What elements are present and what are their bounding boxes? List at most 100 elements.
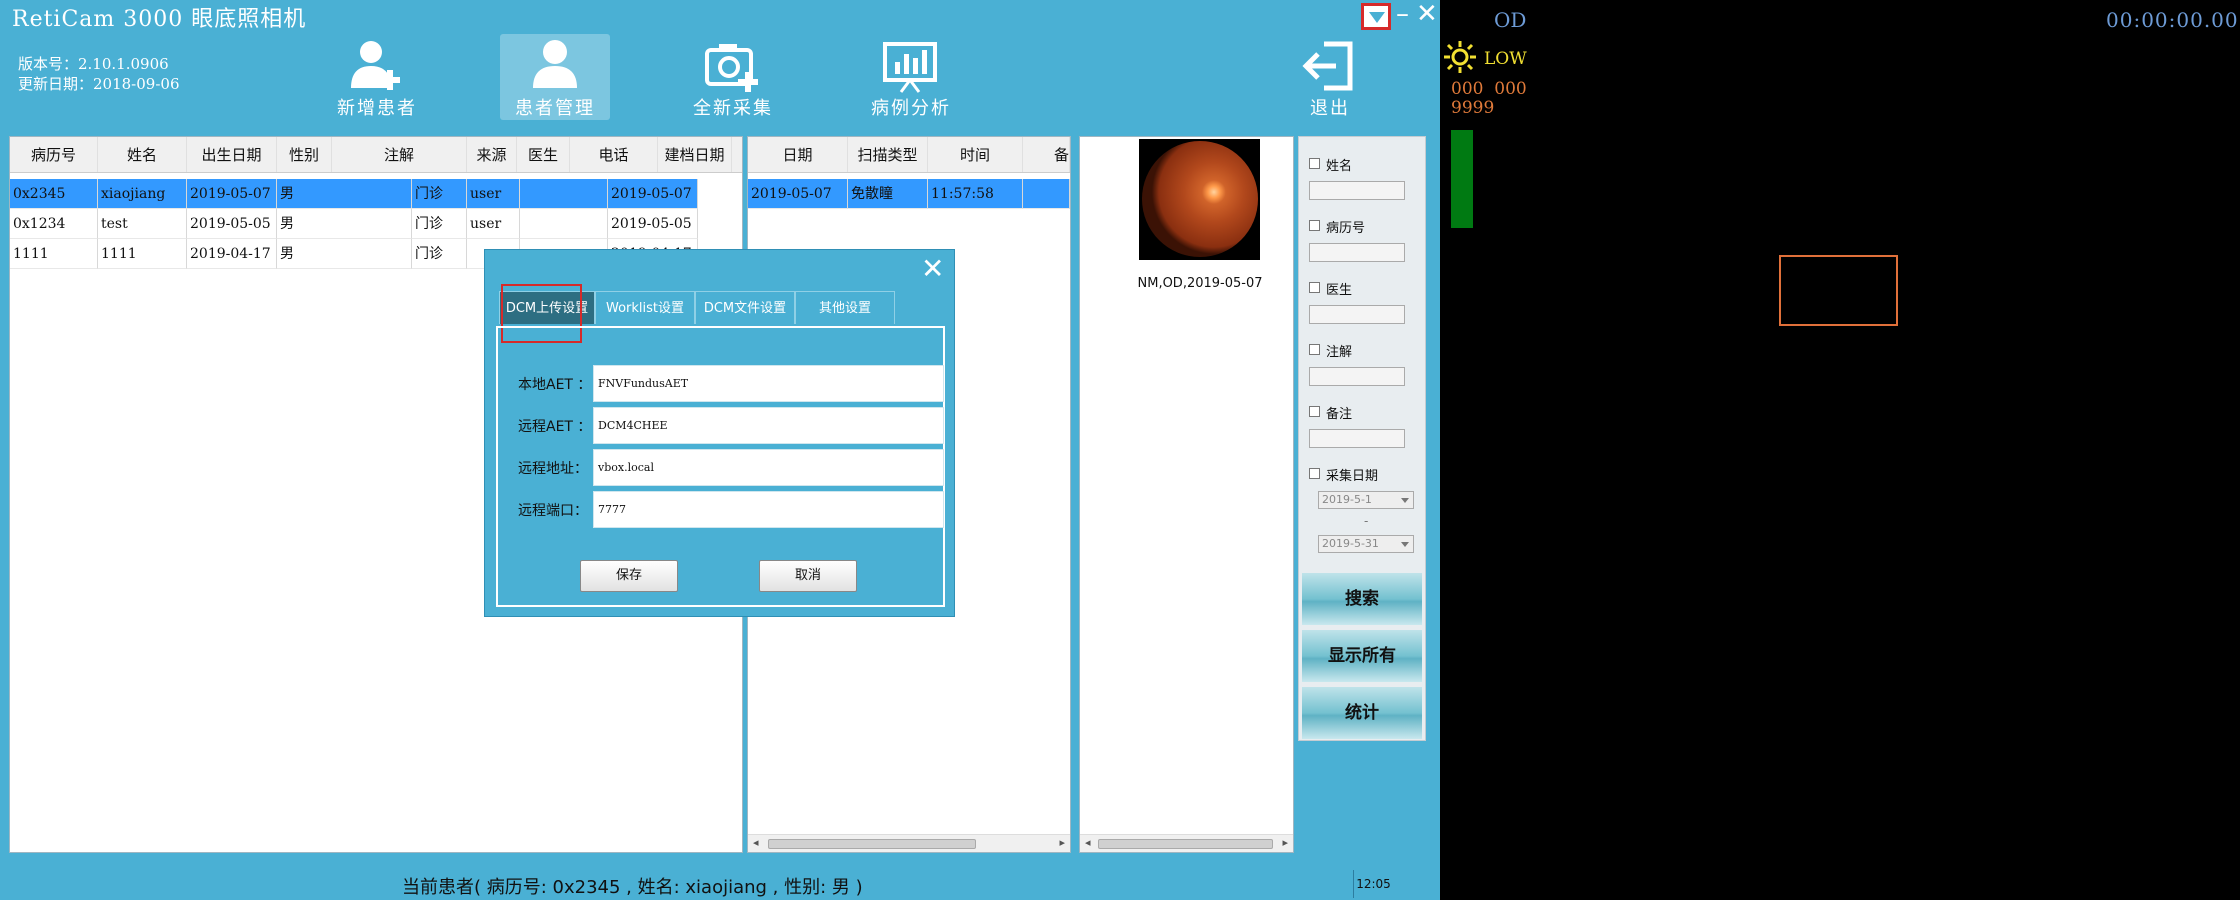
patient-management-button[interactable]: 患者管理 xyxy=(500,34,610,120)
filter-note-input[interactable] xyxy=(1309,367,1405,386)
filter-record-no-label: 病历号 xyxy=(1326,221,1366,236)
save-button[interactable]: 保存 xyxy=(580,560,678,592)
new-capture-label: 全新采集 xyxy=(693,98,773,119)
table-row[interactable]: 0x1234 test 2019-05-05 男 门诊 user 2019-05… xyxy=(10,209,698,239)
cell: user xyxy=(467,179,520,209)
level-bar xyxy=(1451,130,1473,228)
filter-record-no-checkbox[interactable] xyxy=(1309,220,1320,231)
remote-port-label: 远程端口： xyxy=(518,503,588,519)
filter-remark-checkbox[interactable] xyxy=(1309,406,1320,417)
tab-worklist[interactable]: Worklist设置 xyxy=(595,291,695,324)
remote-port-input[interactable]: 7777 xyxy=(593,491,944,528)
cell: test xyxy=(98,209,187,239)
local-aet-input[interactable]: FNVFundusAET xyxy=(593,365,944,402)
new-patient-button[interactable]: 新增患者 xyxy=(322,34,432,120)
filter-capture-date-checkbox[interactable] xyxy=(1309,468,1320,479)
cell: 男 xyxy=(277,209,412,239)
dropdown-menu-button[interactable] xyxy=(1361,3,1391,30)
filter-note-checkbox[interactable] xyxy=(1309,344,1320,355)
col-header-remark[interactable]: 备 xyxy=(1023,137,1070,172)
horizontal-scrollbar[interactable]: ◂ ▸ xyxy=(748,834,1070,852)
brightness-level: LOW xyxy=(1484,49,1527,69)
col-header-gender[interactable]: 性别 xyxy=(277,137,332,172)
cell: 门诊 xyxy=(412,179,467,209)
search-button[interactable]: 搜索 xyxy=(1302,573,1422,625)
scroll-left-icon[interactable]: ◂ xyxy=(1085,836,1091,849)
date-to-picker[interactable]: 2019-5-31 xyxy=(1318,535,1414,553)
filter-name-checkbox[interactable] xyxy=(1309,158,1320,169)
col-header-created-date[interactable]: 建档日期 xyxy=(658,137,732,172)
filter-doctor-checkbox[interactable] xyxy=(1309,282,1320,293)
user-icon xyxy=(533,40,577,88)
col-header-scan-type[interactable]: 扫描类型 xyxy=(848,137,928,172)
cell: 2019-05-05 xyxy=(187,209,277,239)
close-icon[interactable]: ✕ xyxy=(1416,1,1438,27)
col-header-record-no[interactable]: 病历号 xyxy=(10,137,98,172)
filter-doctor-input[interactable] xyxy=(1309,305,1405,324)
focus-target-box xyxy=(1779,255,1898,326)
dialog-body: 本地AET ： FNVFundusAET 远程AET ： DCM4CHEE 远程… xyxy=(496,326,945,607)
new-capture-button[interactable]: 全新采集 xyxy=(678,34,788,120)
cancel-button[interactable]: 取消 xyxy=(759,560,857,592)
status-bar: 当前患者( 病历号: 0x2345 , 姓名: xiaojiang , 性别: … xyxy=(0,866,1440,900)
filter-record-no-input[interactable] xyxy=(1309,243,1405,262)
new-patient-label: 新增患者 xyxy=(337,98,417,119)
filter-doctor-label: 医生 xyxy=(1326,283,1353,298)
dialog-close-icon[interactable]: ✕ xyxy=(921,254,944,284)
cell: 男 xyxy=(277,179,412,209)
scroll-left-icon[interactable]: ◂ xyxy=(753,836,759,849)
minimize-icon[interactable]: – xyxy=(1396,1,1409,27)
app-title: RetiCam 3000 眼底照相机 xyxy=(12,7,307,32)
col-header-name[interactable]: 姓名 xyxy=(98,137,187,172)
tab-other-settings[interactable]: 其他设置 xyxy=(795,291,895,324)
statistics-button[interactable]: 统计 xyxy=(1302,687,1422,739)
case-analysis-button[interactable]: 病例分析 xyxy=(856,34,966,120)
exit-button[interactable]: 退出 xyxy=(1275,34,1385,120)
update-date: 更新日期：2018-09-06 xyxy=(18,75,180,93)
tab-dcm-file[interactable]: DCM文件设置 xyxy=(695,291,795,324)
eye-side-indicator: OD xyxy=(1494,8,1527,32)
scrollbar-thumb[interactable] xyxy=(768,839,976,849)
filter-capture-date-label: 采集日期 xyxy=(1326,469,1379,484)
table-row[interactable]: 0x2345 xiaojiang 2019-05-07 男 门诊 user 20… xyxy=(10,179,698,209)
cell: 0x2345 xyxy=(10,179,98,209)
remote-aet-label: 远程AET ： xyxy=(518,419,592,435)
filter-name-input[interactable] xyxy=(1309,181,1405,200)
version-info: 版本号：2.10.1.0906 更新日期：2018-09-06 xyxy=(18,54,180,94)
search-panel: 姓名 病历号 医生 注解 备注 采集日期 2019-5-1 - 2019-5-3… xyxy=(1298,136,1426,741)
remote-aet-input[interactable]: DCM4CHEE xyxy=(593,407,944,444)
col-header-birthdate[interactable]: 出生日期 xyxy=(187,137,277,172)
show-all-button[interactable]: 显示所有 xyxy=(1302,630,1422,682)
cell: 1111 xyxy=(10,239,98,269)
col-header-doctor[interactable]: 医生 xyxy=(517,137,570,172)
scroll-right-icon[interactable]: ▸ xyxy=(1282,836,1288,849)
cell: 2019-05-05 xyxy=(608,209,698,239)
col-header-date[interactable]: 日期 xyxy=(748,137,848,172)
patient-table-header: 病历号 姓名 出生日期 性别 注解 来源 医生 电话 建档日期 xyxy=(10,137,742,173)
filter-note-label: 注解 xyxy=(1326,345,1353,360)
filter-remark-input[interactable] xyxy=(1309,429,1405,448)
cell: 门诊 xyxy=(412,239,467,269)
remote-address-input[interactable]: vbox.local xyxy=(593,449,944,486)
scan-table-header: 日期 扫描类型 时间 备 xyxy=(748,137,1070,173)
col-header-phone[interactable]: 电话 xyxy=(570,137,658,172)
table-row[interactable]: 2019-05-07 免散瞳 11:57:58 xyxy=(748,179,1070,209)
col-header-time[interactable]: 时间 xyxy=(928,137,1023,172)
scrollbar-thumb[interactable] xyxy=(1098,839,1273,849)
col-header-note[interactable]: 注解 xyxy=(332,137,467,172)
cell: 2019-04-17 xyxy=(187,239,277,269)
horizontal-scrollbar[interactable]: ◂ ▸ xyxy=(1080,834,1293,852)
cell: 男 xyxy=(277,239,412,269)
fundus-thumbnail[interactable] xyxy=(1139,139,1260,260)
case-analysis-label: 病例分析 xyxy=(871,98,951,119)
filter-name-label: 姓名 xyxy=(1326,159,1353,174)
date-from-picker[interactable]: 2019-5-1 xyxy=(1318,491,1414,509)
col-header-source[interactable]: 来源 xyxy=(467,137,517,172)
scroll-right-icon[interactable]: ▸ xyxy=(1059,836,1065,849)
patient-management-label: 患者管理 xyxy=(515,98,595,119)
local-aet-label: 本地AET ： xyxy=(518,377,592,393)
camera-readout: 000 000 9999 xyxy=(1451,79,1527,118)
current-patient-status: 当前患者( 病历号: 0x2345 , 姓名: xiaojiang , 性别: … xyxy=(402,877,863,898)
cell: 2019-05-07 xyxy=(748,179,848,209)
dicom-settings-dialog: ✕ DCM上传设置 Worklist设置 DCM文件设置 其他设置 本地AET … xyxy=(484,249,955,617)
